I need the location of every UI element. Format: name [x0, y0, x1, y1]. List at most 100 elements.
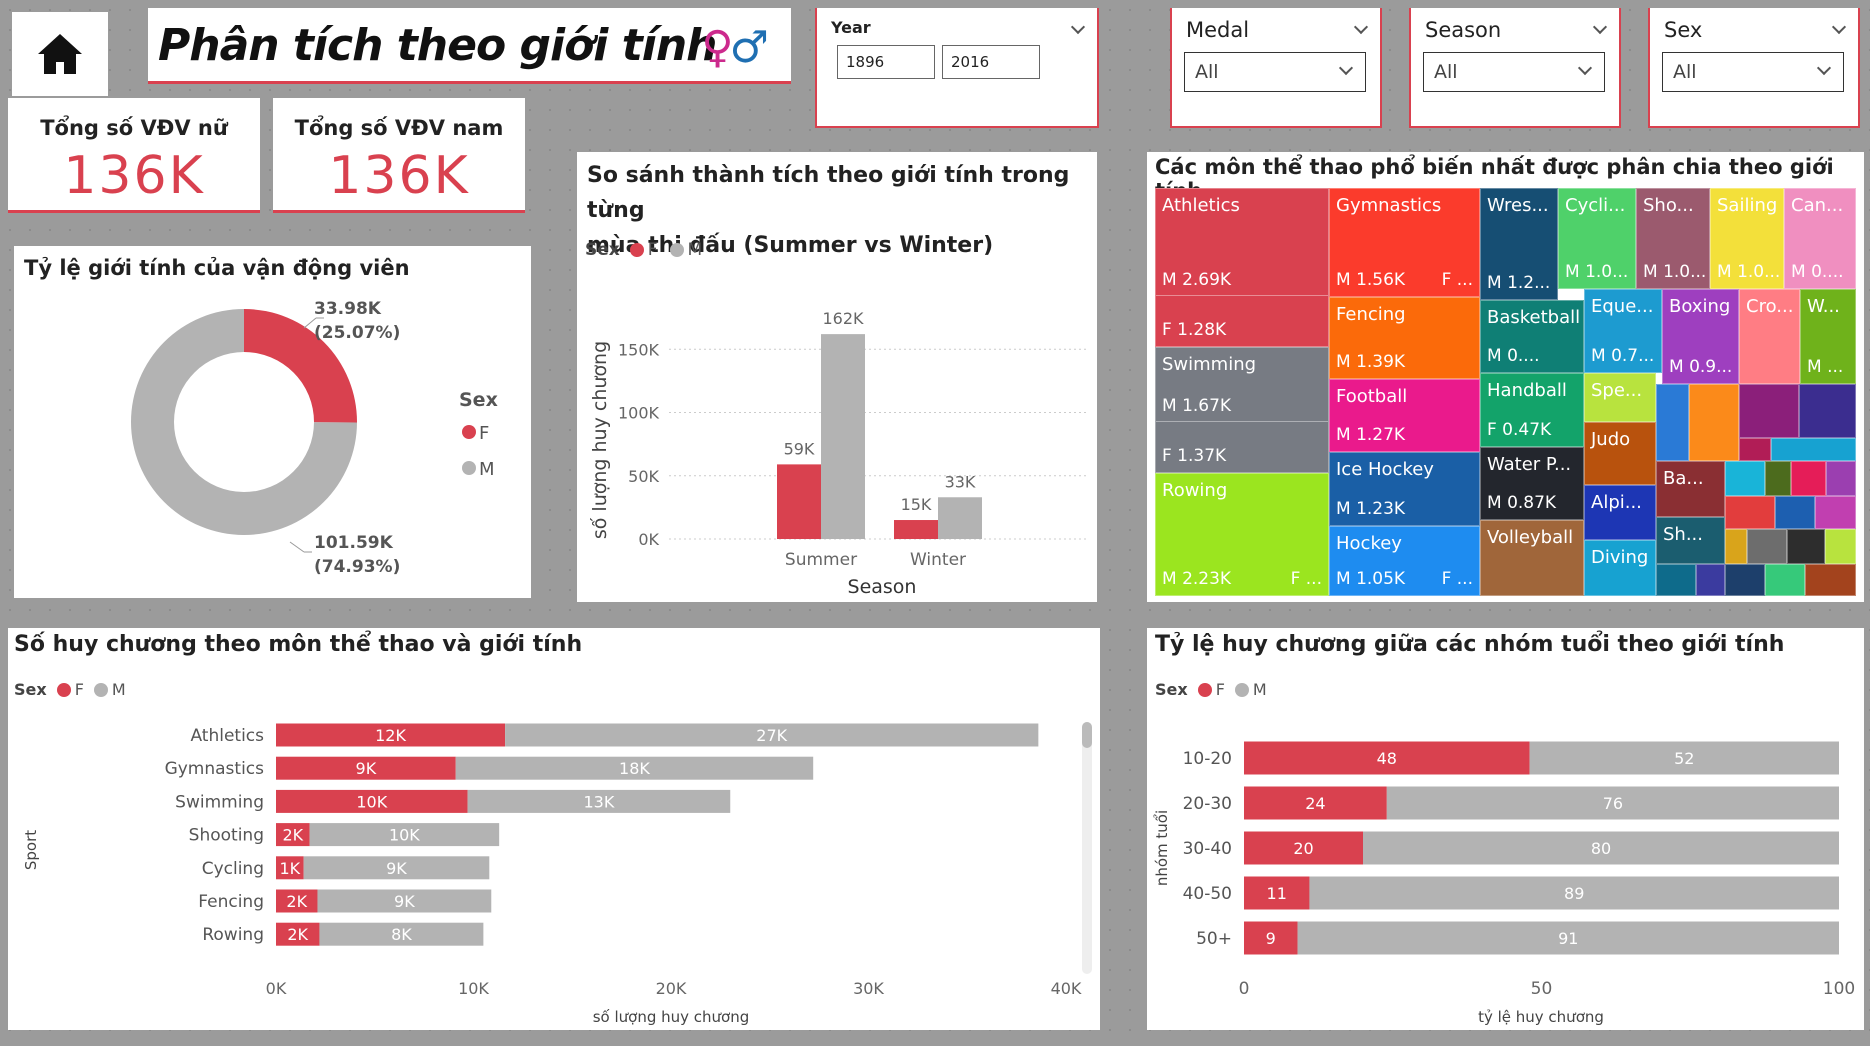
medal-slicer[interactable]: Medal All [1170, 8, 1382, 128]
treemap-cell[interactable]: Ice Hockey M 1.23K [1329, 452, 1480, 526]
treemap-cell[interactable] [1656, 564, 1696, 596]
treemap-cell[interactable]: Hockey M 1.05K F ... [1329, 526, 1480, 596]
treemap-cell[interactable]: Water P... M 0.87K [1480, 447, 1584, 520]
treemap-cell[interactable]: Spe... [1584, 373, 1656, 422]
treemap-cell[interactable]: Sho... M 1.0... [1636, 188, 1710, 289]
season-chart-panel: So sánh thành tích theo giới tính trong … [577, 152, 1097, 602]
y-tick-label: 50+ [1196, 929, 1232, 949]
treemap-cell[interactable]: Fencing M 1.39K [1329, 297, 1480, 379]
treemap-cell[interactable] [1791, 461, 1826, 496]
y-axis-label: nhóm tuổi [1153, 810, 1171, 886]
treemap-cell[interactable] [1799, 384, 1856, 438]
treemap-cell-value: F ... [1441, 270, 1473, 290]
treemap-cell[interactable]: Cycli... M 1.0... [1558, 188, 1636, 289]
treemap-cell[interactable]: Swimming M 1.67K F 1.37K [1155, 347, 1329, 473]
scrollbar-thumb[interactable] [1082, 722, 1092, 748]
treemap-cell[interactable] [1765, 564, 1805, 596]
season-dropdown-value: All [1434, 61, 1458, 83]
kpi-label: Tổng số VĐV nữ [40, 116, 228, 140]
treemap-cell[interactable]: Wres... M 1.2... [1480, 188, 1558, 300]
year-slicer[interactable]: Year 1896 2016 [815, 8, 1099, 128]
treemap-cell[interactable]: Sh... [1656, 517, 1725, 564]
treemap-cell[interactable] [1815, 496, 1856, 529]
kpi-value: 136K [63, 146, 205, 206]
treemap-cell[interactable]: W... M ... [1800, 289, 1856, 384]
treemap-cell-value: F ... [1441, 569, 1473, 589]
treemap-cell-name: Volleyball [1487, 527, 1574, 548]
x-tick-label: 40K [1051, 979, 1082, 998]
season-slicer[interactable]: Season All [1409, 8, 1621, 128]
treemap-cell-name: Judo [1591, 429, 1631, 450]
data-label: 15K [901, 495, 932, 514]
treemap-cell[interactable] [1787, 529, 1825, 564]
treemap-cell[interactable]: Boxing M 0.9... [1662, 289, 1739, 384]
treemap-cell-name: Spe... [1591, 380, 1643, 401]
treemap-cell[interactable]: Can... M 0.... [1784, 188, 1856, 289]
x-tick-label: 0 [1239, 979, 1250, 999]
data-label: 12K [375, 726, 406, 745]
medal-dropdown[interactable]: All [1184, 52, 1366, 92]
treemap-cell[interactable] [1739, 384, 1799, 438]
treemap-cell[interactable] [1775, 496, 1815, 529]
treemap-cell-value: M 1.23K [1336, 499, 1406, 519]
treemap-cell-name: Alpi... [1591, 492, 1642, 513]
sex-slicer-label: Sex [1664, 18, 1703, 42]
treemap-cell-name: Cycli... [1565, 195, 1626, 216]
sport-chart-panel: Số huy chương theo môn thể thao và giới … [8, 628, 1100, 1030]
treemap-cell[interactable] [1725, 529, 1747, 564]
data-label: 13K [583, 792, 614, 811]
treemap-cell[interactable] [1696, 564, 1725, 596]
treemap-cell[interactable]: Diving [1584, 540, 1656, 596]
y-tick-label: 40-50 [1183, 884, 1232, 904]
y-axis-label: số lượng huy chương [589, 341, 611, 539]
year-to-input[interactable]: 2016 [942, 45, 1040, 79]
treemap-cell[interactable] [1656, 384, 1689, 461]
treemap-cell[interactable]: Gymnastics M 1.56K F ... [1329, 188, 1480, 297]
treemap-cell[interactable]: Football M 1.27K [1329, 379, 1480, 452]
treemap-cell[interactable] [1771, 438, 1856, 461]
treemap-cell[interactable] [1805, 564, 1856, 596]
treemap-cell[interactable]: Sailing M 1.0... [1710, 188, 1784, 289]
season-dropdown[interactable]: All [1423, 52, 1605, 92]
treemap-cell[interactable] [1725, 564, 1765, 596]
treemap-cell[interactable] [1765, 461, 1791, 496]
treemap-cell[interactable]: Cro... [1739, 289, 1800, 384]
sex-dropdown[interactable]: All [1662, 52, 1844, 92]
treemap-cell[interactable] [1747, 529, 1787, 564]
age-chart-panel: Tỷ lệ huy chương giữa các nhóm tuổi theo… [1147, 628, 1864, 1030]
treemap-cell[interactable]: Rowing M 2.23K F ... [1155, 473, 1329, 596]
year-from-input[interactable]: 1896 [837, 45, 935, 79]
kpi-male-athletes: Tổng số VĐV nam 136K [273, 98, 525, 213]
data-label: 59K [784, 439, 815, 458]
treemap-cell[interactable] [1826, 461, 1856, 496]
page-title-card: Phân tích theo giới tính ♀♂ [148, 8, 791, 84]
treemap-cell[interactable]: Eque... M 0.7... [1584, 289, 1662, 373]
treemap-cell[interactable]: Basketball M 0.... [1480, 300, 1584, 373]
treemap-cell-value: F ... [1290, 569, 1322, 589]
treemap-cell[interactable]: Handball F 0.47K [1480, 373, 1584, 447]
scrollbar-track[interactable] [1082, 722, 1092, 974]
treemap-cell[interactable] [1725, 461, 1765, 496]
treemap-cell[interactable]: Ba... [1656, 461, 1725, 517]
treemap-cell[interactable] [1825, 529, 1856, 564]
data-label: 10K [389, 826, 420, 845]
home-button[interactable] [12, 12, 108, 96]
treemap-cell-value: M 0.87K [1487, 493, 1557, 513]
treemap-cell[interactable]: Athletics M 2.69K F 1.28K [1155, 188, 1329, 347]
treemap-cell[interactable] [1725, 496, 1775, 529]
x-axis-label: số lượng huy chương [593, 1008, 750, 1026]
treemap-cell[interactable]: Volleyball [1480, 520, 1584, 596]
y-tick-label: Swimming [175, 792, 264, 812]
treemap-cell[interactable] [1739, 438, 1771, 461]
data-label: 10K [356, 792, 387, 811]
chevron-down-icon [1816, 60, 1832, 76]
treemap-cell[interactable]: Alpi... [1584, 485, 1656, 540]
treemap-cell[interactable]: Judo [1584, 422, 1656, 485]
data-label: 2K [286, 892, 307, 911]
data-label: 1K [279, 859, 300, 878]
treemap-cell[interactable] [1689, 384, 1739, 461]
y-tick-label: 100K [618, 404, 660, 423]
donut-label-f-pct: (25.07%) [314, 323, 400, 343]
x-axis-label: tỷ lệ huy chương [1478, 1008, 1604, 1026]
sex-slicer[interactable]: Sex All [1648, 8, 1860, 128]
